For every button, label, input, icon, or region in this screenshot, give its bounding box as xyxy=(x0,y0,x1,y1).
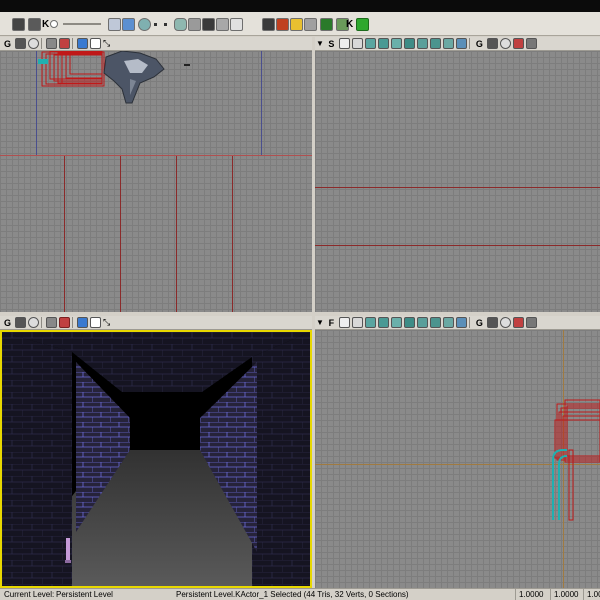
play-icon[interactable] xyxy=(356,16,369,32)
maximize-icon[interactable] xyxy=(90,317,101,329)
lock-viewport-icon[interactable] xyxy=(46,317,57,329)
lock-icon[interactable] xyxy=(486,317,498,329)
light-complexity-icon[interactable] xyxy=(403,38,415,50)
lock-icon[interactable] xyxy=(15,38,26,50)
viewport-toolbar-top-right: ▼ S G xyxy=(314,37,600,51)
actor-marker-icon[interactable] xyxy=(184,59,192,67)
kismet-icon[interactable]: K xyxy=(42,16,49,32)
camera-icon[interactable] xyxy=(202,16,215,32)
cylinder-icon[interactable] xyxy=(174,16,187,32)
snap-icon[interactable] xyxy=(525,38,537,50)
lightmap-density-icon[interactable] xyxy=(442,38,454,50)
dot-icon[interactable] xyxy=(164,16,167,32)
front-view-toggle[interactable]: F xyxy=(326,317,337,329)
cube-selected-icon[interactable] xyxy=(122,16,135,32)
realtime-icon[interactable] xyxy=(512,38,524,50)
unlit-icon[interactable] xyxy=(364,38,376,50)
game-view-toggle[interactable]: G xyxy=(2,317,13,329)
grid-value-1[interactable]: 1.0000 xyxy=(515,589,543,600)
actor-wireframe-front[interactable] xyxy=(545,390,600,530)
lighting-only-icon[interactable] xyxy=(390,38,402,50)
texture-density-icon[interactable] xyxy=(416,317,428,329)
corridor-scene xyxy=(2,332,310,586)
current-level-label: Current Level: xyxy=(4,590,55,599)
realtime-icon[interactable] xyxy=(512,317,524,329)
dot-icon[interactable] xyxy=(154,16,157,32)
viewport-side[interactable] xyxy=(315,51,600,312)
open-icon[interactable] xyxy=(28,16,41,32)
shader-complexity-icon[interactable] xyxy=(429,38,441,50)
texture-density-icon[interactable] xyxy=(416,38,428,50)
play-in-viewport-icon[interactable] xyxy=(77,38,88,50)
lock-viewport-icon[interactable] xyxy=(46,38,57,50)
lock-icon[interactable] xyxy=(15,317,26,329)
eye-icon[interactable] xyxy=(28,317,39,329)
current-level-value[interactable]: Persistent Level xyxy=(56,589,113,600)
game-view-toggle[interactable]: G xyxy=(474,317,485,329)
material-icon[interactable] xyxy=(188,16,201,32)
unlit-icon[interactable] xyxy=(364,317,376,329)
maximize-icon[interactable] xyxy=(90,38,101,50)
lock-icon[interactable] xyxy=(486,38,498,50)
lit-icon[interactable] xyxy=(377,38,389,50)
light-complexity-icon[interactable] xyxy=(403,317,415,329)
viewport-toolbar-bottom-right: ▼ F G xyxy=(314,316,600,330)
search-icon[interactable] xyxy=(50,16,58,32)
game-view-toggle[interactable]: G xyxy=(474,38,485,50)
viewport-toolbar-bottom-left: G ⤡ xyxy=(0,316,312,330)
rock-actor-icon[interactable] xyxy=(100,51,170,107)
cube-icon[interactable] xyxy=(108,16,121,32)
status-bar: Current Level: Persistent Level Persiste… xyxy=(0,588,600,600)
game-view-toggle[interactable]: G xyxy=(2,38,13,50)
build-cover-icon[interactable] xyxy=(304,16,317,32)
shader-complexity-icon[interactable] xyxy=(429,317,441,329)
side-view-toggle[interactable]: S xyxy=(326,38,337,50)
realtime-icon[interactable] xyxy=(59,38,70,50)
main-toolbar: K K xyxy=(0,12,600,36)
snap-icon[interactable]: ⤡ xyxy=(103,317,114,329)
viewport-splitter-vertical[interactable] xyxy=(312,37,315,316)
new-icon[interactable] xyxy=(12,16,25,32)
lighting-only-icon[interactable] xyxy=(390,317,402,329)
title-bar xyxy=(0,0,600,12)
lighting-icon[interactable] xyxy=(455,38,467,50)
realtime-icon[interactable] xyxy=(59,317,70,329)
build-all-icon[interactable] xyxy=(320,16,333,32)
sound-icon[interactable] xyxy=(216,16,229,32)
eye-icon[interactable] xyxy=(28,38,39,50)
grid-value-2[interactable]: 1.0000 xyxy=(550,589,578,600)
lightmap-density-icon[interactable] xyxy=(442,317,454,329)
lighting-icon[interactable] xyxy=(455,317,467,329)
brush-wireframe-icon[interactable] xyxy=(338,38,350,50)
snap-icon[interactable]: ⤡ xyxy=(103,38,114,50)
viewport-front[interactable] xyxy=(315,330,600,588)
eye-icon[interactable] xyxy=(499,38,511,50)
build-paths-icon[interactable] xyxy=(290,16,303,32)
viewport-perspective[interactable] xyxy=(0,330,312,588)
sheet-icon[interactable] xyxy=(230,16,243,32)
viewport-menu-icon[interactable]: ▼ xyxy=(316,38,324,50)
snap-icon[interactable] xyxy=(525,317,537,329)
play-in-viewport-icon[interactable] xyxy=(77,317,88,329)
kismet-icon[interactable]: K xyxy=(346,16,353,32)
wireframe-icon[interactable] xyxy=(351,38,363,50)
eye-icon[interactable] xyxy=(499,317,511,329)
brush-wireframe-icon[interactable] xyxy=(338,317,350,329)
build-lighting-icon[interactable] xyxy=(276,16,289,32)
viewport-menu-icon[interactable]: ▼ xyxy=(316,317,324,329)
sphere-icon[interactable] xyxy=(138,16,151,32)
wireframe-icon[interactable] xyxy=(351,317,363,329)
selection-status: Persistent Level.KActor_1 Selected (44 T… xyxy=(176,590,409,599)
viewport-toolbar-top-left: G ⤡ xyxy=(0,37,312,51)
lit-icon[interactable] xyxy=(377,317,389,329)
build-icon[interactable] xyxy=(262,16,275,32)
speed-slider[interactable] xyxy=(62,16,102,32)
viewport-top[interactable] xyxy=(0,51,312,312)
grid-value-3[interactable]: 1.0000 xyxy=(583,589,600,600)
